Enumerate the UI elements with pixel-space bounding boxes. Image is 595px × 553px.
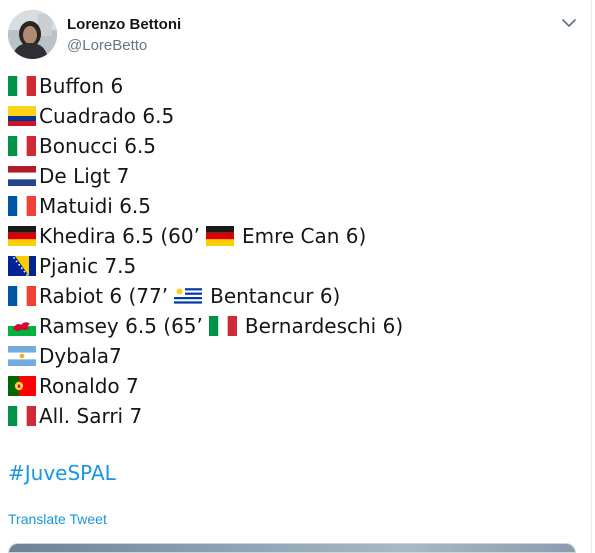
rating-line: Pjanic 7.5 [8, 251, 403, 281]
rating-text: Ramsey 6.5 (65’ [39, 314, 203, 338]
bosnia-flag-icon [8, 256, 36, 276]
france-flag-icon [8, 196, 36, 216]
rating-line: All. Sarri 7 [8, 401, 403, 431]
substitute-text: Emre Can 6) [241, 224, 367, 248]
colombia-flag-icon [8, 106, 36, 126]
italy-flag-icon [208, 316, 237, 336]
rating-line: Bonucci 6.5 [8, 131, 403, 161]
italy-flag-icon [8, 406, 36, 426]
hashtag-link[interactable]: #JuveSPAL [8, 461, 116, 485]
argentina-flag-icon [8, 346, 36, 366]
rating-text: Bonucci 6.5 [39, 134, 157, 158]
author-handle[interactable]: @LoreBetto [67, 37, 147, 54]
rating-line: Ronaldo 7 [8, 371, 403, 401]
rating-text: All. Sarri 7 [39, 404, 143, 428]
rating-text: Matuidi 6.5 [39, 194, 152, 218]
media-preview[interactable] [8, 543, 576, 553]
substitute-text: Bernardeschi 6) [244, 314, 404, 338]
germany-flag-icon [8, 226, 36, 246]
uruguay-flag-icon [174, 286, 203, 306]
rating-line: Matuidi 6.5 [8, 191, 403, 221]
rating-text: De Ligt 7 [39, 164, 130, 188]
portugal-flag-icon [8, 376, 36, 396]
rating-line: Ramsey 6.5 (65’ Bernardeschi 6) [8, 311, 403, 341]
rating-text: Pjanic 7.5 [39, 254, 137, 278]
rating-line: Rabiot 6 (77’ Bentancur 6) [8, 281, 403, 311]
italy-flag-icon [8, 136, 36, 156]
italy-flag-icon [8, 76, 36, 96]
netherlands-flag-icon [8, 166, 36, 186]
rating-line: Khedira 6.5 (60’ Emre Can 6) [8, 221, 403, 251]
avatar[interactable] [8, 10, 57, 59]
rating-text: Rabiot 6 (77’ [39, 284, 169, 308]
rating-line: Dybala7 [8, 341, 403, 371]
france-flag-icon [8, 286, 36, 306]
translate-tweet-link[interactable]: Translate Tweet [8, 511, 107, 527]
rating-text: Buffon 6 [39, 74, 124, 98]
chevron-down-icon[interactable] [560, 16, 578, 30]
rating-text: Ronaldo 7 [39, 374, 139, 398]
rating-text: Khedira 6.5 (60’ [39, 224, 200, 248]
wales-flag-icon [8, 316, 36, 336]
divider [591, 0, 592, 553]
substitute-text: Bentancur 6) [210, 284, 341, 308]
rating-line: Buffon 6 [8, 71, 403, 101]
author-name[interactable]: Lorenzo Bettoni [67, 16, 181, 33]
tweet-text: Buffon 6 Cuadrado 6.5 Bonucci 6.5 De Ligt 7… [8, 71, 403, 431]
rating-text: Cuadrado 6.5 [39, 104, 175, 128]
rating-text: Dybala7 [39, 344, 122, 368]
tweet-card: Lorenzo Bettoni @LoreBetto Buffon 6 Cuadr… [0, 0, 595, 553]
rating-line: De Ligt 7 [8, 161, 403, 191]
rating-line: Cuadrado 6.5 [8, 101, 403, 131]
germany-flag-icon [205, 226, 234, 246]
